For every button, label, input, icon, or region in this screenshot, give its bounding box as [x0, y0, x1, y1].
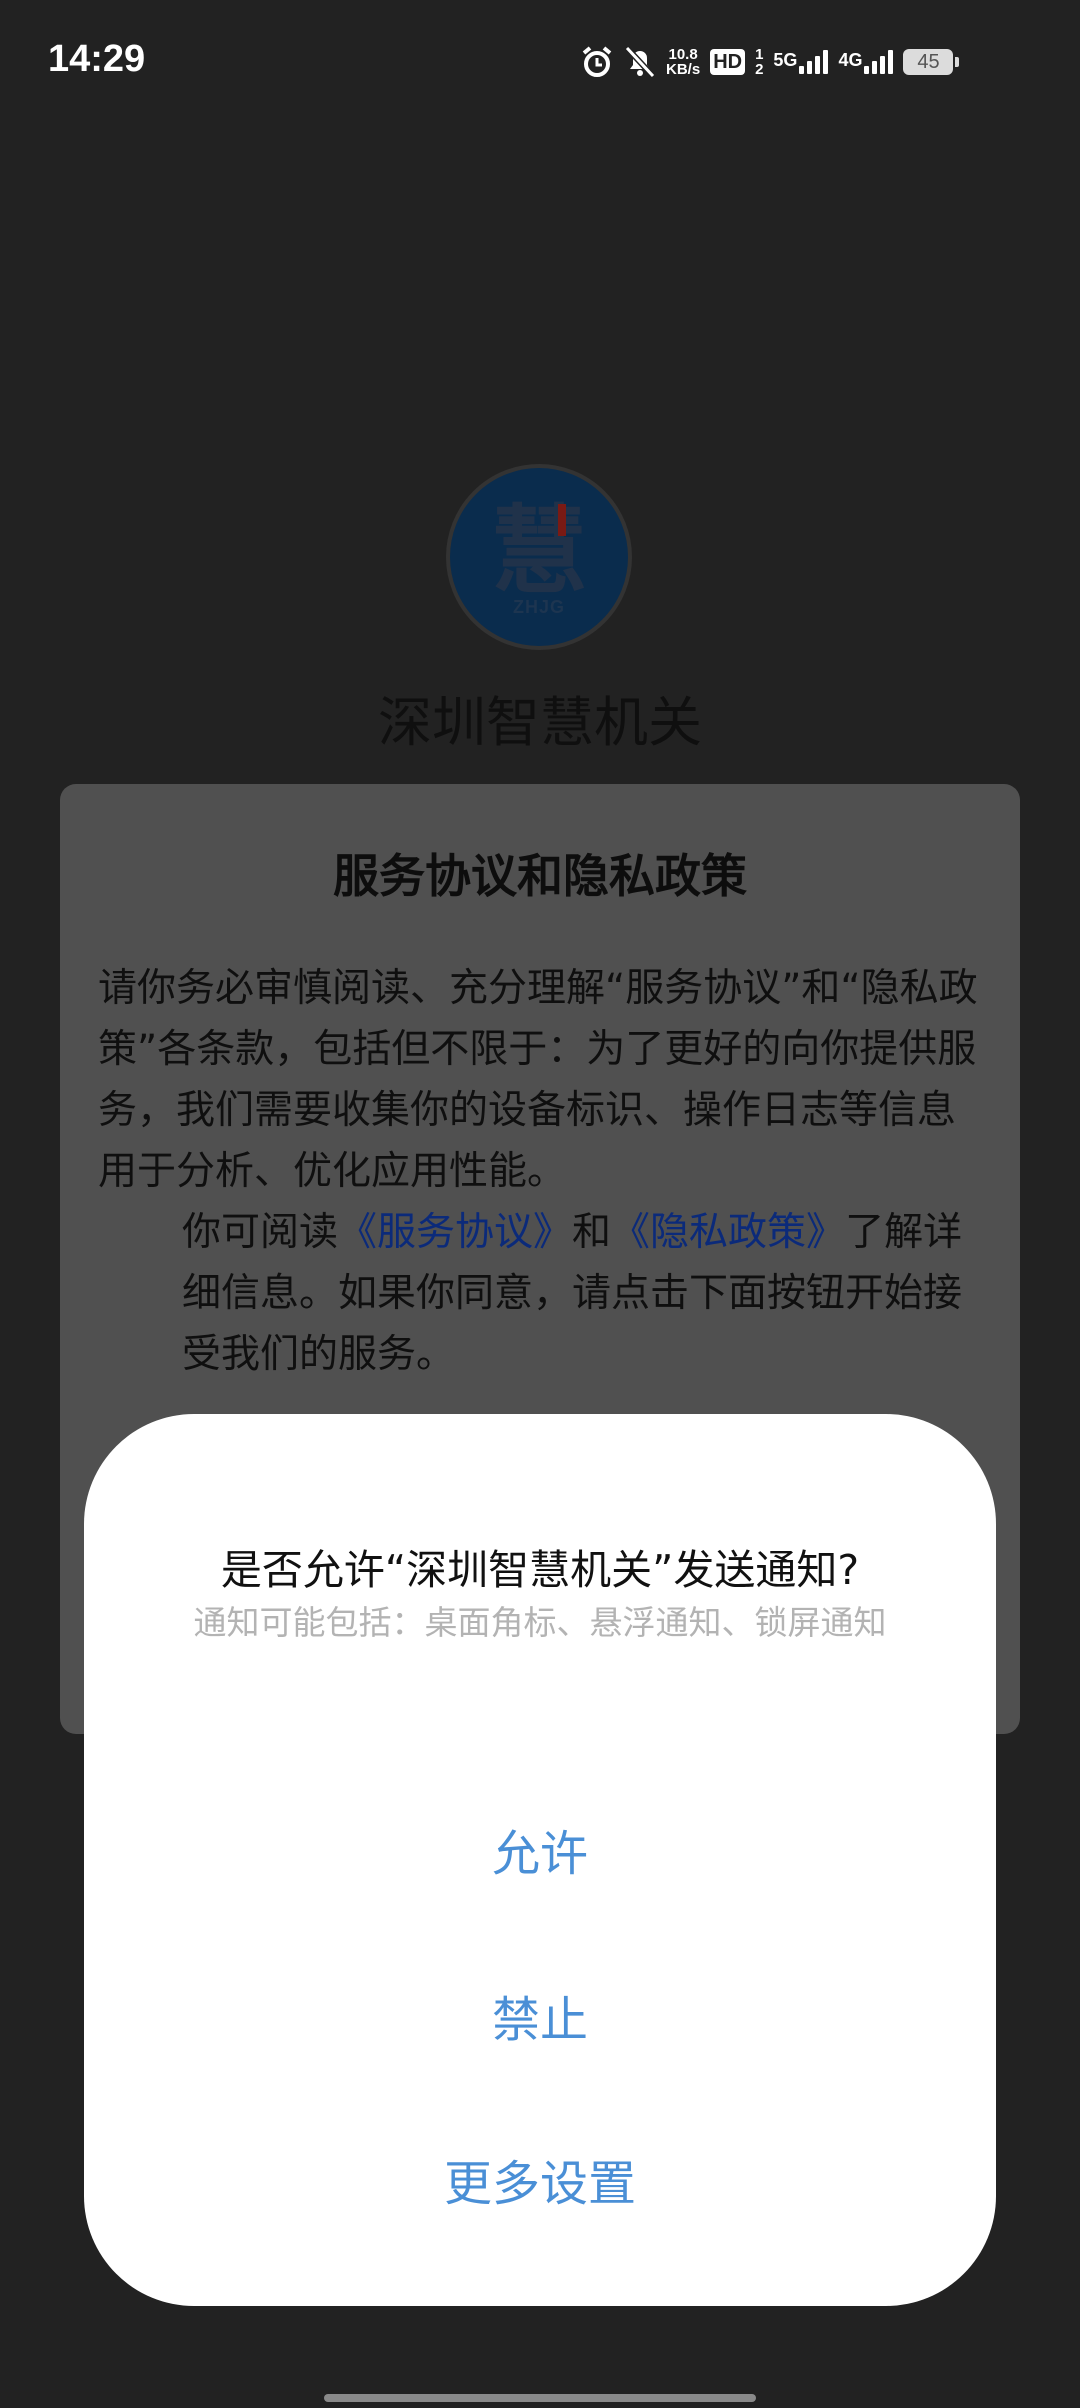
mute-bell-icon: [624, 45, 656, 79]
sheet-title: 是否允许“深圳智慧机关”发送通知?: [220, 1546, 860, 1594]
logo-char: 慧: [491, 494, 587, 607]
sim-slots: 1 2: [755, 47, 763, 77]
signal-5g: 5G: [773, 50, 829, 74]
alarm-icon: [580, 45, 614, 79]
privacy-body: 请你务必审慎阅读、充分理解“服务协议”和“隐私政策”各条款，包括但不限于：为了更…: [98, 958, 988, 1385]
signal-4g: 4G: [838, 50, 894, 74]
home-indicator[interactable]: [324, 2394, 756, 2402]
service-agreement-link[interactable]: 《服务协议》: [338, 1210, 572, 1255]
signal-bars-icon: [799, 50, 829, 74]
logo-mark: [558, 504, 566, 536]
notification-permission-sheet: 是否允许“深圳智慧机关”发送通知? 通知可能包括：桌面角标、悬浮通知、锁屏通知 …: [84, 1414, 996, 2306]
privacy-policy-link[interactable]: 《隐私政策》: [611, 1210, 845, 1255]
speed-value: 10.8: [668, 46, 698, 63]
status-bar: 14:29 10.8 KB/s HD 1 2 5G 4G 45: [0, 0, 1080, 128]
network-speed: 10.8 KB/s: [666, 47, 700, 77]
privacy-paragraph-1: 请你务必审慎阅读、充分理解“服务协议”和“隐私政策”各条款，包括但不限于：为了更…: [98, 966, 978, 1194]
sim1-label: 1: [755, 46, 764, 63]
app-logo: 慧 ZHJG: [446, 464, 632, 650]
battery-icon: 45: [903, 49, 960, 75]
para2-prefix: 你可阅读: [182, 1210, 339, 1255]
net-4g-label: 4G: [838, 50, 863, 70]
signal-bars-icon: [864, 50, 894, 74]
app-name: 深圳智慧机关: [378, 691, 702, 754]
privacy-paragraph-2: 你可阅读《服务协议》和《隐私政策》了解详细信息。如果你同意，请点击下面按钮开始接…: [98, 1202, 988, 1385]
sim2-label: 2: [755, 61, 764, 78]
speed-unit: KB/s: [666, 61, 701, 78]
status-icons: 10.8 KB/s HD 1 2 5G 4G 45: [580, 40, 960, 84]
net-5g-label: 5G: [773, 50, 798, 70]
deny-button[interactable]: 禁止: [84, 1980, 996, 2050]
status-time: 14:29: [48, 38, 146, 80]
logo-sub: ZHJG: [512, 596, 565, 617]
privacy-title: 服务协议和隐私政策: [333, 849, 747, 903]
sheet-subtitle: 通知可能包括：桌面角标、悬浮通知、锁屏通知: [193, 1603, 887, 1642]
para2-and: 和: [572, 1210, 612, 1255]
more-settings-button[interactable]: 更多设置: [84, 2144, 996, 2214]
allow-button[interactable]: 允许: [84, 1814, 996, 1884]
hd-icon: HD: [710, 49, 746, 75]
